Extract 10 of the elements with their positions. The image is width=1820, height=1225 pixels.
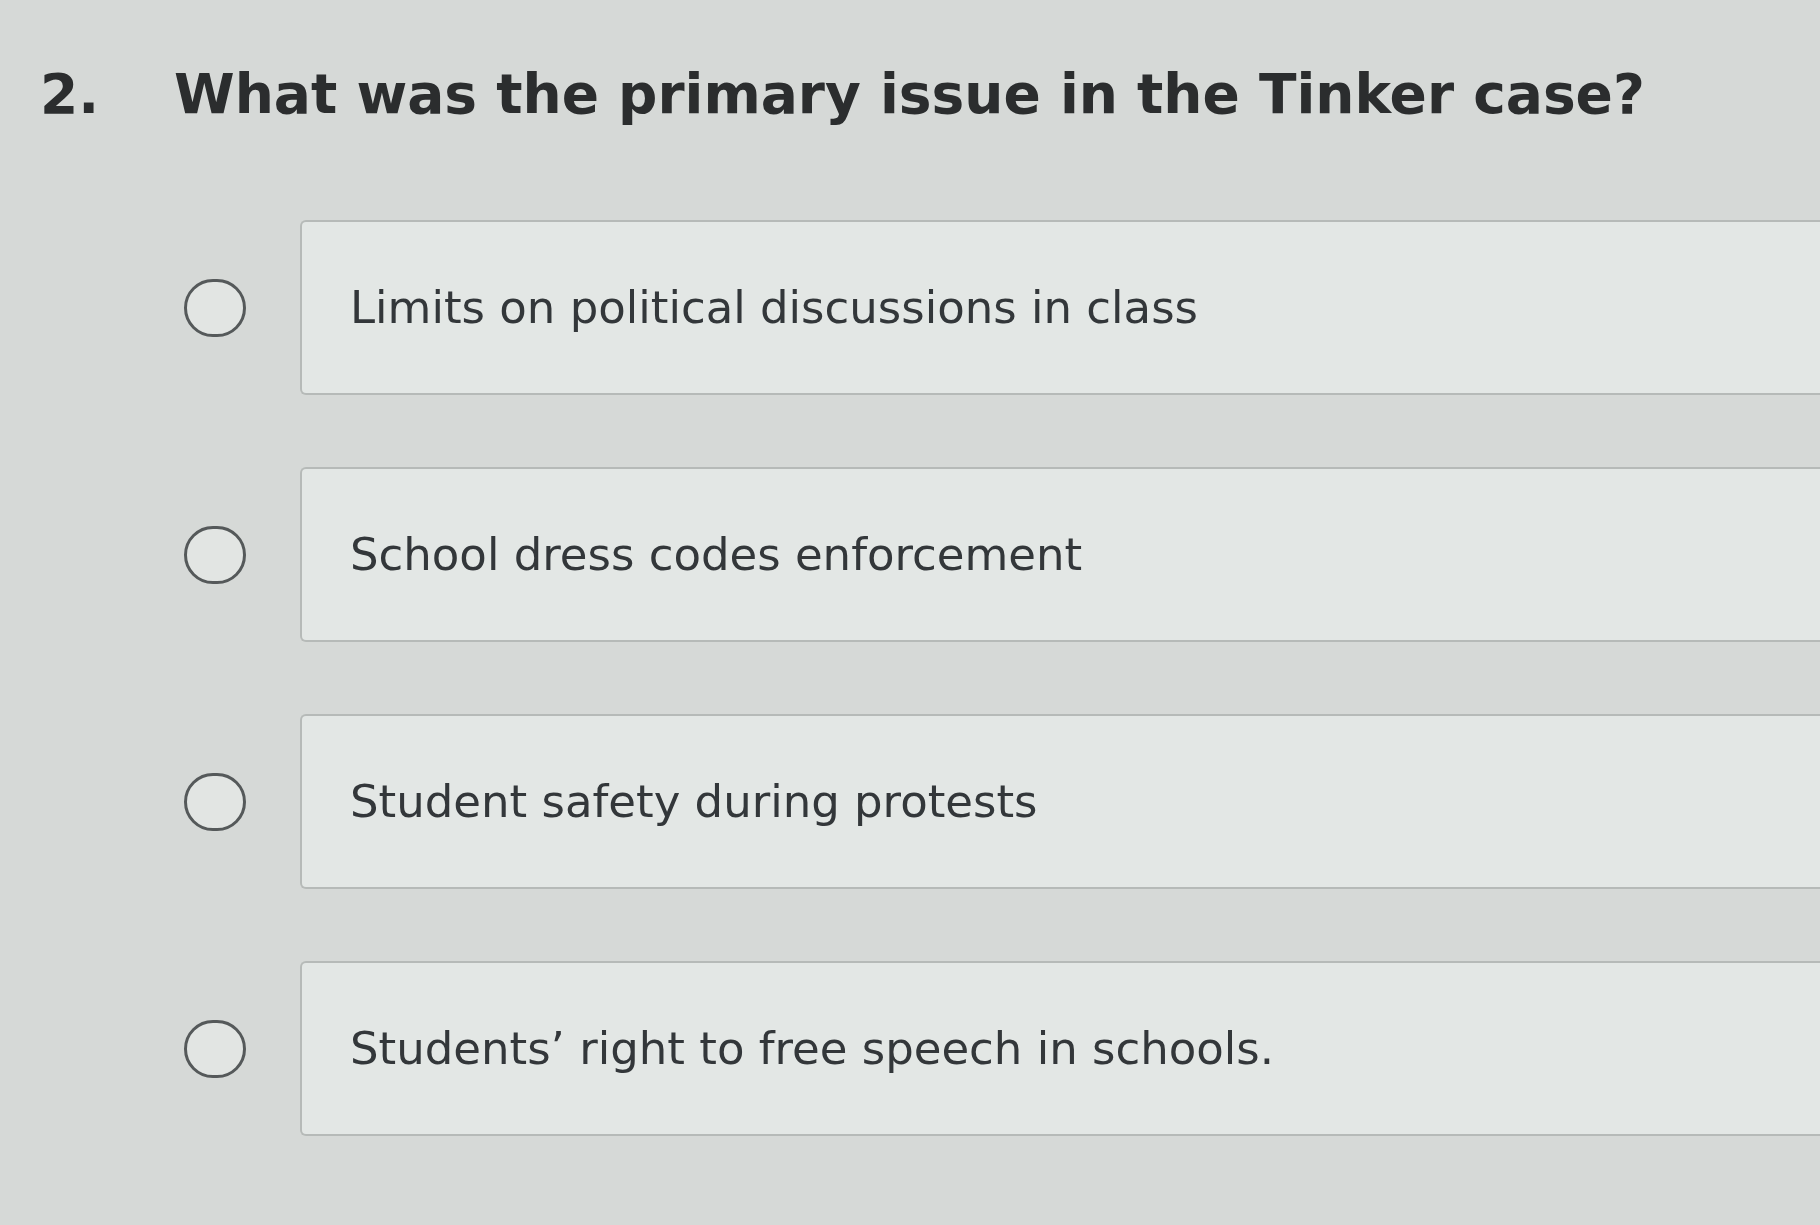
question-text: What was the primary issue in the Tinker case?: [174, 61, 1645, 128]
answer-option[interactable]: Student safety during protests: [300, 714, 1820, 889]
answer-option[interactable]: Limits on political discussions in class: [300, 220, 1820, 395]
question-number: 2.: [40, 61, 101, 128]
radio-button[interactable]: [184, 278, 246, 337]
radio-button[interactable]: [184, 772, 246, 831]
answer-option[interactable]: Students’ right to free speech in schools.: [300, 961, 1820, 1136]
radio-button[interactable]: [184, 1019, 246, 1078]
radio-button[interactable]: [184, 525, 246, 584]
answer-option[interactable]: School dress codes enforcement: [300, 467, 1820, 642]
